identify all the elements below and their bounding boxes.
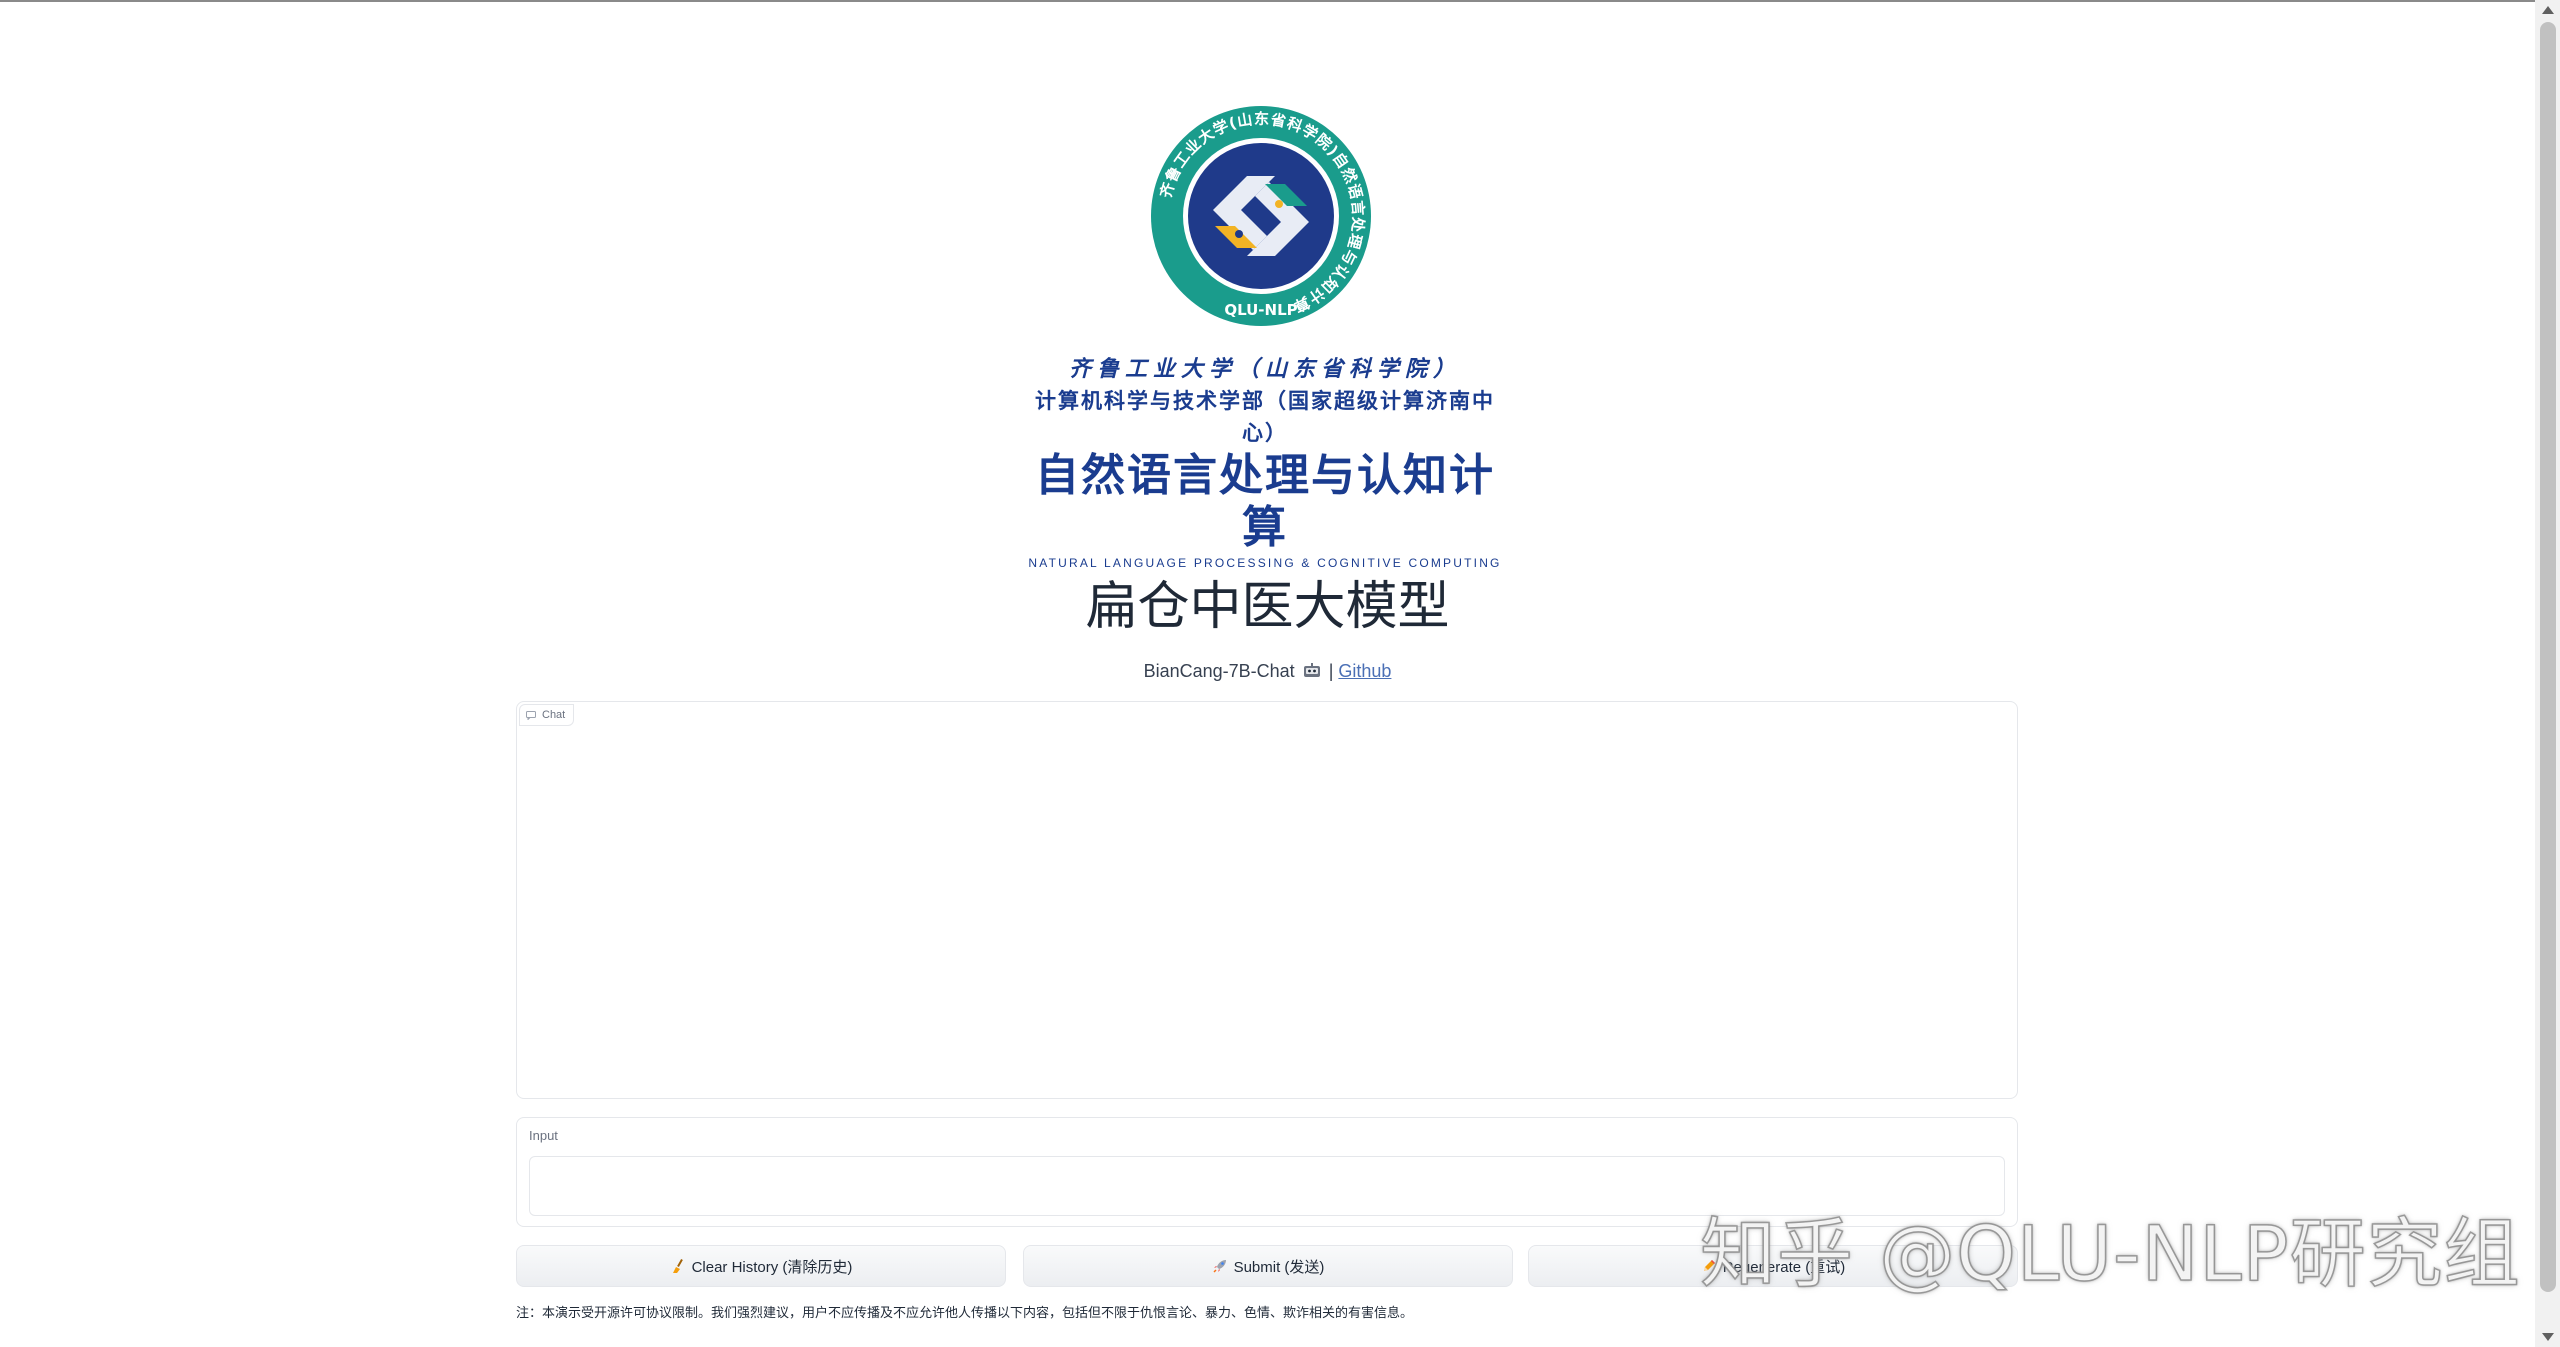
regenerate-button[interactable]: Regenerate (重试) [1528,1245,2018,1287]
page-scrollbar[interactable] [2535,0,2560,1347]
scroll-thumb[interactable] [2540,22,2556,1292]
robot-icon [1303,663,1320,677]
scroll-down-icon[interactable] [2542,1333,2554,1341]
github-link[interactable]: Github [1338,661,1391,681]
regenerate-label: Regenerate (重试) [1722,1258,1846,1276]
page-title: 扁仓中医大模型 [1085,578,1450,636]
disclaimer-note: 注：本演示受开源许可协议限制。我们强烈建议，用户不应传播及不应允许他人传播以下内… [516,1305,1414,1320]
logo-badge-text: QLU-NLP [1224,301,1297,319]
subtitle: BianCang-7B-Chat | Github [0,658,2535,684]
brand-lab-english: NATURAL LANGUAGE PROCESSING & COGNITIVE … [1028,556,1502,570]
input-label: Input [529,1128,558,1143]
clear-history-label: Clear History (清除历史) [691,1258,853,1276]
brand-department: 计算机科学与技术学部（国家超级计算济南中心） [1035,390,1495,445]
submit-button[interactable]: Submit (发送) [1023,1245,1513,1287]
submit-label: Submit (发送) [1233,1258,1325,1276]
model-name: BianCang-7B-Chat [1143,661,1295,681]
brand-university: 齐鲁工业大学（山东省科学院） [1068,356,1461,382]
page: 齐鲁工业大学(山东省科学院)自然语言处理与认知计算 QLU-NLP 齐鲁工业大学… [0,0,2535,1347]
pencil-icon [1703,1260,1715,1271]
chat-label: Chat [519,704,575,726]
chat-bubble-icon [526,710,536,720]
scroll-up-icon[interactable] [2542,6,2554,14]
message-input[interactable] [529,1156,2005,1216]
subtitle-separator: | [1328,661,1334,681]
chat-label-text: Chat [542,709,566,721]
logo-seal-icon: 齐鲁工业大学(山东省科学院)自然语言处理与认知计算 QLU-NLP [1151,106,1371,326]
qlu-nlp-logo: 齐鲁工业大学(山东省科学院)自然语言处理与认知计算 QLU-NLP [1148,103,1374,329]
broom-icon [672,1259,683,1273]
chat-panel[interactable]: Chat [516,701,2018,1099]
brand-lab-name: 自然语言处理与认知计算 [1035,451,1495,552]
input-block: Input [516,1117,2018,1227]
rocket-icon [1213,1260,1226,1273]
brand-block: 齐鲁工业大学（山东省科学院） 计算机科学与技术学部（国家超级计算济南中心） 自然… [1020,352,1510,570]
clear-history-button[interactable]: Clear History (清除历史) [516,1245,1006,1287]
